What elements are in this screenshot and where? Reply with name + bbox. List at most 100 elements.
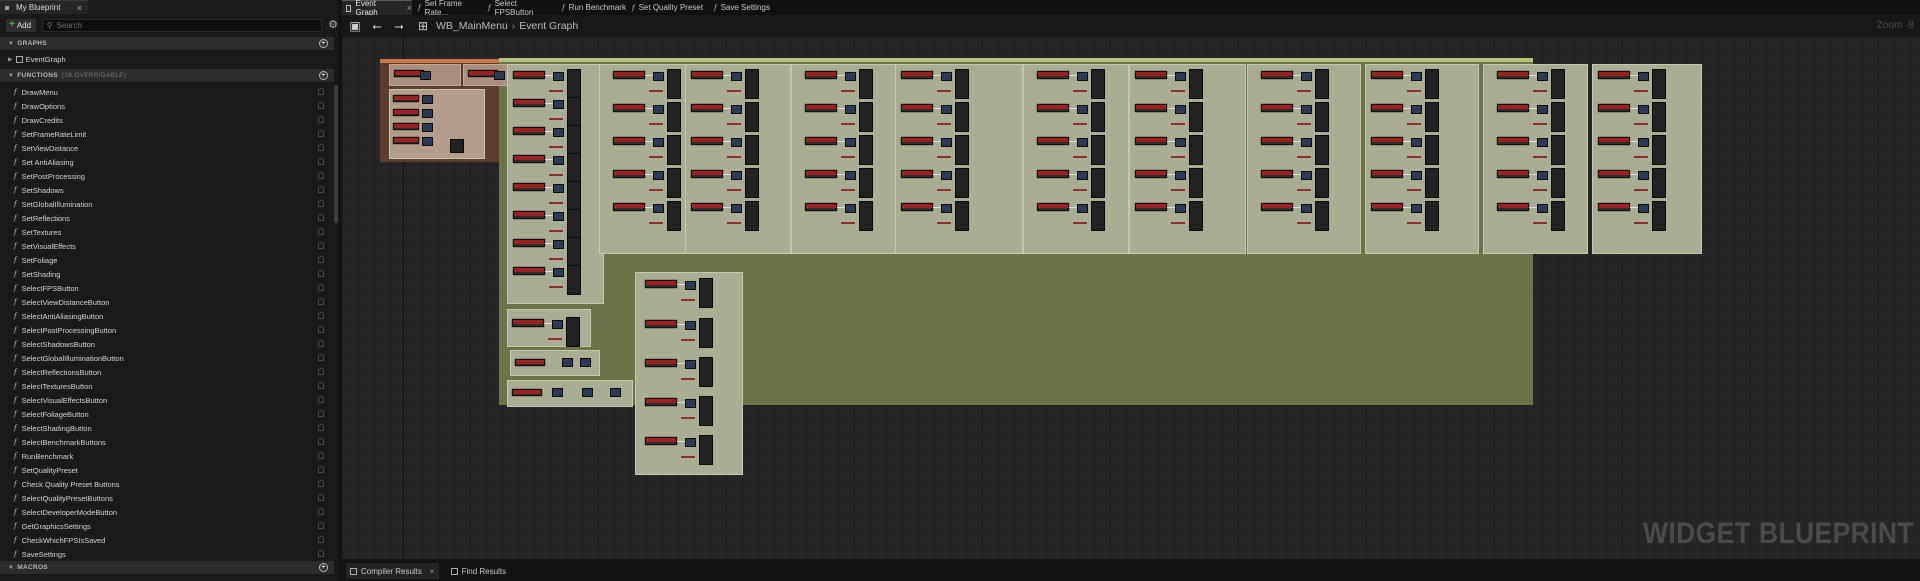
variable-node[interactable] — [1077, 105, 1088, 114]
tab-select-fpsbutton[interactable]: f Select FPSButton — [484, 0, 556, 17]
function-item[interactable]: f SelectReflectionsButton — [0, 365, 334, 379]
branch-node[interactable] — [1425, 69, 1439, 99]
variable-node[interactable] — [1077, 204, 1088, 213]
function-group-panel[interactable] — [1247, 64, 1361, 254]
function-call-node[interactable] — [1598, 71, 1630, 79]
branch-node[interactable] — [1315, 168, 1329, 198]
variable-node[interactable] — [1638, 105, 1649, 114]
branch-node[interactable] — [699, 278, 713, 308]
variable-node[interactable] — [653, 138, 664, 147]
bell-icon[interactable] — [318, 326, 324, 333]
function-group-panel[interactable] — [1129, 64, 1246, 254]
function-call-node[interactable] — [1135, 104, 1167, 112]
variable-node[interactable] — [653, 105, 664, 114]
branch-node[interactable] — [567, 97, 581, 127]
function-call-node[interactable] — [805, 203, 837, 211]
function-call-node[interactable] — [901, 170, 933, 178]
gear-icon[interactable]: ⚙ — [328, 19, 338, 31]
branch-node[interactable] — [955, 69, 969, 99]
function-call-node[interactable] — [1371, 71, 1403, 79]
branch-node[interactable] — [1652, 69, 1666, 99]
variable-node[interactable] — [941, 171, 952, 180]
variable-node[interactable] — [845, 138, 856, 147]
variable-node[interactable] — [941, 138, 952, 147]
variable-node[interactable] — [1638, 204, 1649, 213]
function-call-node[interactable] — [805, 137, 837, 145]
variable-node[interactable] — [553, 72, 564, 81]
function-group-panel[interactable] — [1483, 64, 1588, 254]
function-call-node[interactable] — [691, 71, 723, 79]
function-call-node[interactable] — [901, 104, 933, 112]
function-call-node[interactable] — [513, 99, 545, 107]
function-call-node[interactable] — [1497, 71, 1529, 79]
function-call-node[interactable] — [512, 319, 544, 327]
function-call-node[interactable] — [645, 280, 677, 288]
function-group-panel[interactable] — [791, 64, 897, 254]
function-call-node[interactable] — [513, 155, 545, 163]
bell-icon[interactable] — [318, 312, 324, 319]
function-call-node[interactable] — [645, 320, 677, 328]
tab-set-frame-rate[interactable]: f Set Frame Rate... — [414, 0, 482, 17]
function-call-node[interactable] — [513, 183, 545, 191]
variable-node[interactable] — [1537, 204, 1548, 213]
branch-node[interactable] — [1425, 168, 1439, 198]
functions-section-header[interactable]: ▼ FUNCTIONS (38 OVERRIDABLE) + — [0, 69, 334, 82]
branch-node[interactable] — [667, 135, 681, 165]
branch-node[interactable] — [567, 265, 581, 295]
function-call-node[interactable] — [1261, 170, 1293, 178]
bell-icon[interactable] — [318, 242, 324, 249]
function-call-node[interactable] — [691, 203, 723, 211]
function-call-node[interactable] — [613, 71, 645, 79]
variable-node[interactable] — [845, 171, 856, 180]
bell-icon[interactable] — [318, 228, 324, 235]
function-item[interactable]: f SetPostProcessing — [0, 169, 334, 183]
chevron-right-icon[interactable]: ▶ — [8, 56, 13, 63]
variable-node[interactable] — [1638, 171, 1649, 180]
branch-node[interactable] — [1425, 135, 1439, 165]
add-button[interactable]: + Add — [6, 18, 36, 32]
variable-node[interactable] — [1411, 171, 1422, 180]
branch-node[interactable] — [1425, 102, 1439, 132]
function-item[interactable]: f SelectShadowsButton — [0, 337, 334, 351]
variable-node[interactable] — [653, 171, 664, 180]
function-item[interactable]: f SelectAntiAliasingButton — [0, 309, 334, 323]
branch-node[interactable] — [667, 201, 681, 231]
add-macro-icon[interactable]: + — [319, 563, 328, 572]
branch-node[interactable] — [1189, 102, 1203, 132]
variable-node[interactable] — [845, 72, 856, 81]
function-item[interactable]: f SelectGlobalIlluminationButton — [0, 351, 334, 365]
function-item[interactable]: f SetTextures — [0, 225, 334, 239]
variable-node[interactable] — [610, 388, 621, 397]
bell-icon[interactable] — [318, 144, 324, 151]
variable-node[interactable] — [731, 204, 742, 213]
variable-node[interactable] — [420, 71, 431, 80]
function-item[interactable]: f SetReflections — [0, 211, 334, 225]
variable-node[interactable] — [1301, 204, 1312, 213]
bell-icon[interactable] — [318, 438, 324, 445]
variable-node[interactable] — [685, 360, 696, 369]
branch-node[interactable] — [955, 135, 969, 165]
function-call-node[interactable] — [513, 239, 545, 247]
variable-node[interactable] — [941, 204, 952, 213]
function-item[interactable]: f SetShadows — [0, 183, 334, 197]
bell-icon[interactable] — [318, 550, 324, 557]
function-call-node[interactable] — [1598, 170, 1630, 178]
add-function-icon[interactable]: + — [319, 71, 328, 80]
function-call-node[interactable] — [1497, 203, 1529, 211]
function-call-node[interactable] — [513, 211, 545, 219]
branch-node[interactable] — [745, 69, 759, 99]
bell-icon[interactable] — [318, 256, 324, 263]
bell-icon[interactable] — [318, 382, 324, 389]
branch-node[interactable] — [1091, 201, 1105, 231]
variable-node[interactable] — [941, 105, 952, 114]
branch-node[interactable] — [1551, 135, 1565, 165]
function-item[interactable]: f SetVisualEffects — [0, 239, 334, 253]
branch-node[interactable] — [1652, 102, 1666, 132]
branch-node[interactable] — [859, 69, 873, 99]
variable-node[interactable] — [845, 105, 856, 114]
branch-node[interactable] — [567, 181, 581, 211]
function-item[interactable]: f SetFrameRateLimit — [0, 127, 334, 141]
function-item[interactable]: f SelectTexturesButton — [0, 379, 334, 393]
function-call-node[interactable] — [1497, 104, 1529, 112]
branch-node[interactable] — [567, 69, 581, 99]
